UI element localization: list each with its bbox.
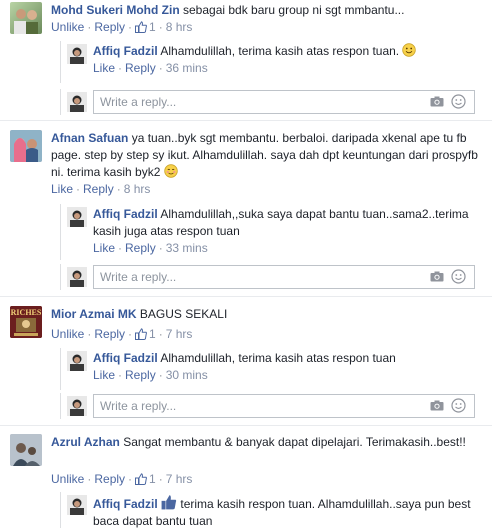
comment: RICHES Mior Azmai MK BAGUS SEKALI Unlike… (10, 306, 485, 420)
timestamp[interactable]: 7 hrs (166, 327, 193, 341)
reply: Affiq Fadzil Alhamdulillah, terima kasih… (60, 41, 481, 83)
unlike-button[interactable]: Unlike (51, 20, 84, 34)
write-reply-row: Write a reply... (60, 264, 481, 290)
like-count[interactable]: 1 (135, 327, 156, 341)
avatar (67, 267, 87, 287)
commenter-name[interactable]: Azrul Azhan (51, 435, 120, 449)
like-button[interactable]: Like (93, 368, 115, 382)
like-count[interactable]: 1 (135, 472, 156, 486)
thumbs-up-icon (135, 473, 147, 485)
thumbs-up-icon (161, 495, 177, 510)
avatar[interactable]: RICHES (10, 306, 42, 338)
like-button[interactable]: Like (93, 61, 115, 75)
comment: Mohd Sukeri Mohd Zin sebagai bdk baru gr… (10, 2, 485, 117)
like-button[interactable]: Like (93, 241, 115, 255)
avatar[interactable] (10, 434, 42, 466)
like-button[interactable]: Like (51, 182, 73, 196)
commenter-name[interactable]: Mior Azmai MK (51, 307, 137, 321)
reply-button[interactable]: Reply (94, 20, 125, 34)
reply-text: Alhamdulillah, terima kasih atas respon … (160, 351, 396, 365)
smile-icon[interactable] (451, 269, 466, 284)
smile-icon[interactable] (451, 94, 466, 109)
replier-name[interactable]: Affiq Fadzil (93, 351, 158, 365)
unlike-button[interactable]: Unlike (51, 472, 84, 486)
timestamp[interactable]: 7 hrs (166, 472, 193, 486)
reply-text: Alhamdulillah, terima kasih atas respon … (160, 44, 400, 58)
reply: Affiq Fadzil terima kasih respon tuan. A… (60, 492, 481, 528)
thumbs-up-icon (135, 328, 147, 340)
reply-actions: Like · Reply · 30 mins (93, 368, 208, 382)
timestamp[interactable]: 33 mins (166, 241, 208, 255)
write-reply-row: Write a reply... (60, 393, 481, 419)
commenter-name[interactable]: Mohd Sukeri Mohd Zin (51, 3, 180, 17)
avatar (67, 92, 87, 112)
smile-icon[interactable] (451, 398, 466, 413)
comment-text: BAGUS SEKALI (139, 307, 228, 321)
avatar (67, 396, 87, 416)
smiley-emoji (402, 43, 417, 57)
avatar[interactable] (67, 207, 87, 227)
comment-actions: Unlike · Reply · 1 · 7 hrs (51, 327, 193, 341)
reply-input[interactable]: Write a reply... (93, 265, 475, 289)
comment-actions: Like · Reply · 8 hrs (51, 182, 151, 196)
divider (0, 425, 492, 426)
avatar[interactable] (10, 2, 42, 34)
reply-input[interactable]: Write a reply... (93, 394, 475, 418)
timestamp[interactable]: 8 hrs (124, 182, 151, 196)
comment-text: sebagai bdk baru group ni sgt mmbantu... (183, 3, 405, 17)
reply-button[interactable]: Reply (125, 368, 156, 382)
reply-input[interactable]: Write a reply... (93, 90, 475, 114)
timestamp[interactable]: 30 mins (166, 368, 208, 382)
replier-name[interactable]: Affiq Fadzil (93, 497, 158, 511)
divider (0, 120, 492, 121)
commenter-name[interactable]: Afnan Safuan (51, 131, 128, 145)
unlike-button[interactable]: Unlike (51, 327, 84, 341)
divider (0, 296, 492, 297)
avatar[interactable] (67, 495, 87, 515)
reply-button[interactable]: Reply (125, 241, 156, 255)
svg-text:RICHES: RICHES (11, 308, 42, 317)
reply: Affiq Fadzil Alhamdulillah, terima kasih… (60, 348, 481, 390)
like-count[interactable]: 1 (135, 20, 156, 34)
blush-emoji (164, 164, 178, 178)
timestamp[interactable]: 8 hrs (166, 20, 193, 34)
avatar[interactable] (10, 130, 42, 162)
reply-actions: Like · Reply · 36 mins (93, 61, 208, 75)
reply: Affiq Fadzil Alhamdulillah,,suka saya da… (60, 204, 481, 260)
camera-icon[interactable] (430, 96, 444, 107)
replier-name[interactable]: Affiq Fadzil (93, 207, 158, 221)
comment: Afnan Safuan ya tuan..byk sgt membantu. … (10, 130, 485, 290)
timestamp[interactable]: 36 mins (166, 61, 208, 75)
reply-button[interactable]: Reply (94, 472, 125, 486)
reply-button[interactable]: Reply (125, 61, 156, 75)
avatar[interactable] (67, 44, 87, 64)
reply-button[interactable]: Reply (83, 182, 114, 196)
write-reply-row: Write a reply... (60, 89, 481, 115)
comment-actions: Unlike · Reply · 1 · 8 hrs (51, 20, 193, 34)
reply-actions: Like · Reply · 33 mins (93, 241, 208, 255)
replier-name[interactable]: Affiq Fadzil (93, 44, 158, 58)
thumbs-up-icon (135, 21, 147, 33)
avatar[interactable] (67, 351, 87, 371)
comment-actions: Unlike · Reply · 1 · 7 hrs (51, 472, 193, 486)
camera-icon[interactable] (430, 271, 444, 282)
comment-text: Sangat membantu & banyak dapat dipelajar… (123, 435, 466, 449)
comment: Azrul Azhan Sangat membantu & banyak dap… (10, 434, 485, 528)
camera-icon[interactable] (430, 400, 444, 411)
reply-button[interactable]: Reply (94, 327, 125, 341)
